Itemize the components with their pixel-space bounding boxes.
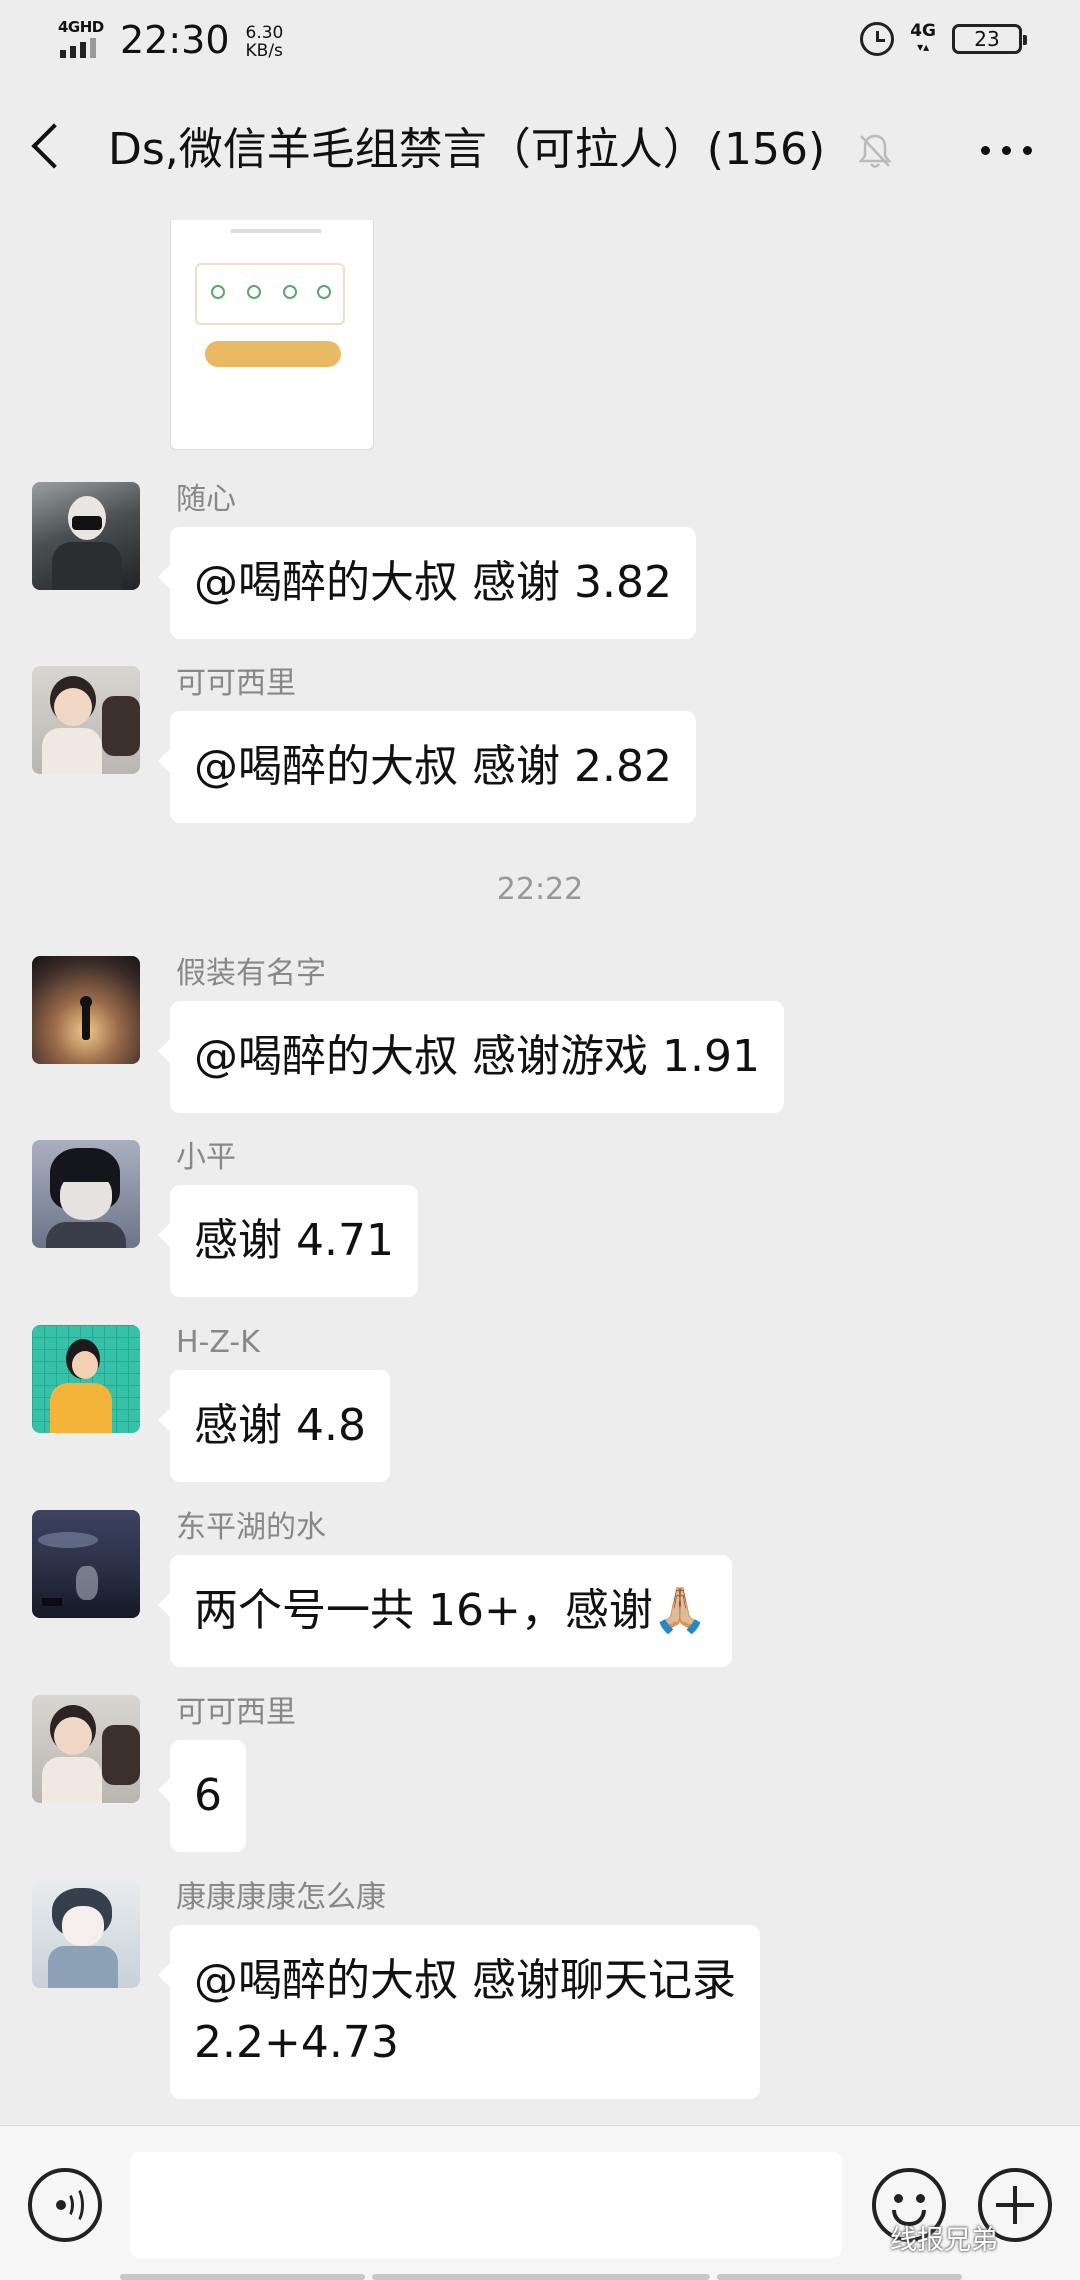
status-bar: 4GHD 22:30 6.30 KB/s 4G ▾▴ 23 bbox=[0, 0, 1080, 80]
signal-icon: 4GHD bbox=[58, 18, 106, 60]
image-message[interactable] bbox=[170, 220, 374, 450]
sender-name: 随心 bbox=[176, 482, 236, 517]
chat-area[interactable]: 随心 @喝醉的大叔 感谢 3.82 可可西里 @喝醉的大叔 感谢 2.82 22… bbox=[0, 220, 1080, 2125]
sender-name: 康康康康怎么康 bbox=[176, 1880, 386, 1915]
avatar[interactable] bbox=[32, 1140, 140, 1248]
voice-icon[interactable] bbox=[28, 2168, 102, 2242]
sender-name: 东平湖的水 bbox=[176, 1510, 326, 1545]
message-bubble[interactable]: @喝醉的大叔 感谢 3.82 bbox=[158, 527, 696, 639]
time-divider: 22:22 bbox=[496, 872, 584, 907]
mute-bell-icon bbox=[858, 134, 892, 168]
battery-level: 23 bbox=[974, 27, 1000, 51]
avatar[interactable] bbox=[32, 1325, 140, 1433]
alarm-icon bbox=[860, 22, 895, 56]
avatar[interactable] bbox=[32, 1880, 140, 1988]
message-bubble[interactable]: @喝醉的大叔 感谢游戏 1.91 bbox=[158, 1001, 784, 1113]
avatar[interactable] bbox=[32, 1695, 140, 1803]
more-icon[interactable] bbox=[981, 146, 1032, 155]
home-indicator bbox=[717, 2274, 962, 2280]
network-label: 4GHD bbox=[58, 18, 104, 36]
message-bubble[interactable]: 两个号一共 16+，感谢🙏🏼 bbox=[158, 1555, 732, 1667]
battery-icon: 23 bbox=[952, 24, 1027, 54]
network-speed: 6.30 KB/s bbox=[245, 23, 284, 61]
message-bubble[interactable]: 6 bbox=[158, 1740, 246, 1852]
back-arrow-icon[interactable] bbox=[31, 123, 77, 169]
sender-name: 小平 bbox=[176, 1140, 236, 1175]
avatar[interactable] bbox=[32, 956, 140, 1064]
message-bubble[interactable]: @喝醉的大叔 感谢聊天记录 2.2+4.73 bbox=[158, 1925, 760, 2099]
network-4g-icon: 4G ▾▴ bbox=[910, 21, 936, 55]
message-input[interactable] bbox=[130, 2152, 842, 2258]
chat-title: Ds,微信羊毛组禁言（可拉人）(156) bbox=[108, 124, 826, 175]
sender-name: 可可西里 bbox=[176, 1695, 296, 1730]
avatar[interactable] bbox=[32, 1510, 140, 1618]
message-bubble[interactable]: 感谢 4.8 bbox=[158, 1370, 390, 1482]
sender-name: 假装有名字 bbox=[176, 956, 326, 991]
message-bubble[interactable]: 感谢 4.71 bbox=[158, 1185, 418, 1297]
sender-name: 可可西里 bbox=[176, 666, 296, 701]
avatar[interactable] bbox=[32, 666, 140, 774]
status-time: 22:30 bbox=[120, 18, 230, 62]
chat-header: Ds,微信羊毛组禁言（可拉人）(156) bbox=[0, 80, 1080, 220]
message-bubble[interactable]: @喝醉的大叔 感谢 2.82 bbox=[158, 711, 696, 823]
home-indicator bbox=[372, 2274, 710, 2280]
sender-name: H-Z-K bbox=[176, 1325, 260, 1360]
watermark: 线报兄弟 bbox=[890, 2225, 998, 2256]
avatar[interactable] bbox=[32, 482, 140, 590]
home-indicator bbox=[120, 2274, 365, 2280]
input-bar: 线报兄弟 bbox=[0, 2125, 1080, 2280]
